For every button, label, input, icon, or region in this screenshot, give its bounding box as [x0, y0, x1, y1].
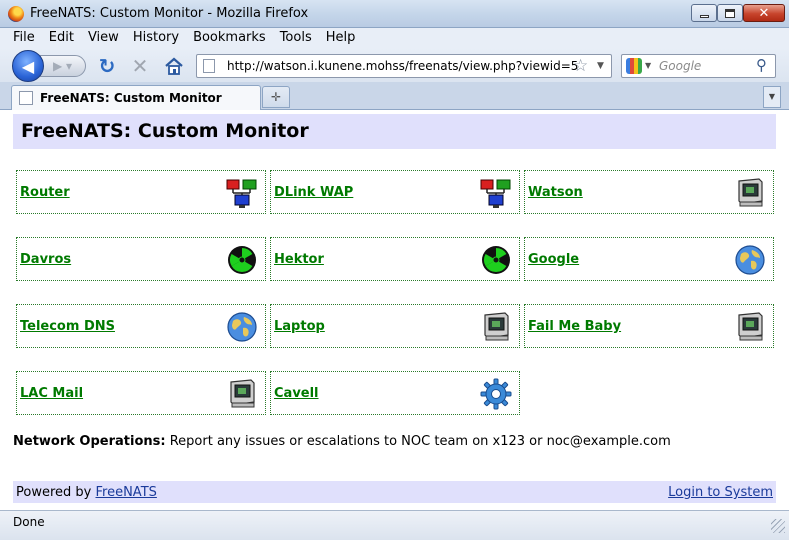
tab-list-button[interactable]: ▼ — [763, 86, 781, 108]
bookmark-star-icon[interactable]: ☆ — [573, 56, 588, 76]
radiation-icon — [482, 246, 510, 274]
plus-icon: ✛ — [270, 90, 282, 104]
new-tab-button[interactable]: ✛ — [262, 86, 290, 108]
tile-link[interactable]: Telecom DNS — [20, 319, 115, 334]
menu-bar: File Edit View History Bookmarks Tools H… — [0, 28, 789, 48]
forward-button[interactable]: ▶ ▾ — [40, 55, 86, 77]
powered-prefix: Powered by — [16, 485, 92, 500]
page-content: FreeNATS: Custom Monitor Router DLink WA… — [0, 110, 789, 510]
tile-link[interactable]: Watson — [528, 185, 583, 200]
tile-router[interactable]: Router — [16, 170, 266, 214]
status-bar: Done — [0, 510, 789, 540]
menu-help[interactable]: Help — [319, 28, 363, 48]
search-engine-icon[interactable] — [626, 58, 642, 74]
menu-file[interactable]: File — [6, 28, 42, 48]
chevron-down-icon: ▼ — [768, 92, 776, 101]
gear-icon — [480, 378, 512, 410]
tile-fail-me-baby[interactable]: Fail Me Baby — [524, 304, 774, 348]
page-icon — [203, 59, 215, 73]
tile-link[interactable]: Hektor — [274, 252, 324, 267]
tab-page-icon — [19, 91, 33, 105]
tile-link[interactable]: LAC Mail — [20, 386, 83, 401]
stop-button[interactable]: ✕ — [129, 56, 151, 76]
tile-link[interactable]: Davros — [20, 252, 71, 267]
reload-icon: ↻ — [98, 54, 116, 78]
radiation-icon — [228, 246, 256, 274]
tile-telecom-dns[interactable]: Telecom DNS — [16, 304, 266, 348]
tab-label: FreeNATS: Custom Monitor — [40, 91, 222, 105]
forward-arrow-icon: ▶ ▾ — [53, 59, 73, 73]
maximize-button[interactable] — [717, 4, 743, 22]
tile-laptop[interactable]: Laptop — [270, 304, 520, 348]
back-arrow-icon: ◀ — [21, 56, 35, 76]
globe-icon — [735, 245, 765, 275]
back-button[interactable]: ◀ — [12, 50, 44, 82]
ops-label: Network Operations: — [13, 434, 166, 449]
computer-icon — [738, 312, 763, 341]
menu-edit[interactable]: Edit — [42, 28, 81, 48]
home-button[interactable] — [163, 56, 185, 76]
minimize-icon — [699, 14, 709, 18]
tab-custom-monitor[interactable]: FreeNATS: Custom Monitor — [11, 85, 261, 110]
navigation-toolbar: ▶ ▾ ◀ ↻ ✕ http://watson.i.kunene.mohss/f… — [0, 48, 789, 82]
menu-tools[interactable]: Tools — [273, 28, 319, 48]
login-link[interactable]: Login to System — [668, 485, 773, 500]
tile-link[interactable]: Router — [20, 185, 70, 200]
close-window-button[interactable]: ✕ — [743, 4, 785, 22]
window-titlebar: FreeNATS: Custom Monitor - Mozilla Firef… — [0, 0, 789, 28]
menu-history[interactable]: History — [126, 28, 186, 48]
menu-view[interactable]: View — [81, 28, 126, 48]
page-footer: Powered by FreeNATS Login to System — [13, 481, 776, 503]
window-title: FreeNATS: Custom Monitor - Mozilla Firef… — [30, 6, 309, 21]
globe-icon — [227, 312, 257, 342]
tile-cavell[interactable]: Cavell — [270, 371, 520, 415]
network-icon — [226, 179, 257, 208]
search-placeholder[interactable]: Google — [659, 59, 701, 73]
address-bar[interactable]: http://watson.i.kunene.mohss/freenats/vi… — [196, 54, 612, 78]
tile-google[interactable]: Google — [524, 237, 774, 281]
tile-link[interactable]: Laptop — [274, 319, 325, 334]
computer-icon — [230, 379, 255, 408]
status-text: Done — [13, 515, 45, 529]
search-engine-dropdown-icon[interactable]: ▼ — [645, 61, 651, 70]
computer-icon — [484, 312, 509, 341]
reload-button[interactable]: ↻ — [96, 56, 118, 76]
search-icon[interactable]: ⚲ — [756, 56, 767, 74]
tile-lac-mail[interactable]: LAC Mail — [16, 371, 266, 415]
tile-watson[interactable]: Watson — [524, 170, 774, 214]
freenats-link[interactable]: FreeNATS — [96, 485, 157, 500]
menu-bookmarks[interactable]: Bookmarks — [186, 28, 273, 48]
search-box[interactable]: ▼ Google ⚲ — [621, 54, 776, 78]
computer-icon — [738, 178, 763, 207]
network-icon — [480, 179, 511, 208]
tile-hektor[interactable]: Hektor — [270, 237, 520, 281]
resize-grip-icon[interactable] — [771, 519, 785, 533]
tab-strip: FreeNATS: Custom Monitor ✛ ▼ — [0, 82, 789, 110]
tile-dlink-wap[interactable]: DLink WAP — [270, 170, 520, 214]
close-icon: ✕ — [758, 5, 770, 21]
tile-link[interactable]: Cavell — [274, 386, 319, 401]
address-url[interactable]: http://watson.i.kunene.mohss/freenats/vi… — [227, 59, 578, 73]
network-operations-note: Network Operations: Report any issues or… — [13, 434, 671, 449]
ops-text: Report any issues or escalations to NOC … — [169, 434, 671, 449]
page-header: FreeNATS: Custom Monitor — [13, 114, 776, 149]
stop-icon: ✕ — [131, 54, 149, 78]
tile-link[interactable]: Fail Me Baby — [528, 319, 621, 334]
tile-link[interactable]: DLink WAP — [274, 185, 353, 200]
maximize-icon — [725, 8, 735, 18]
tile-link[interactable]: Google — [528, 252, 579, 267]
home-icon — [165, 57, 183, 75]
powered-by: Powered by FreeNATS — [16, 485, 157, 500]
minimize-button[interactable] — [691, 4, 717, 22]
firefox-icon — [8, 6, 24, 22]
page-title: FreeNATS: Custom Monitor — [21, 120, 309, 142]
url-dropdown-icon[interactable]: ▼ — [597, 61, 604, 71]
tile-davros[interactable]: Davros — [16, 237, 266, 281]
